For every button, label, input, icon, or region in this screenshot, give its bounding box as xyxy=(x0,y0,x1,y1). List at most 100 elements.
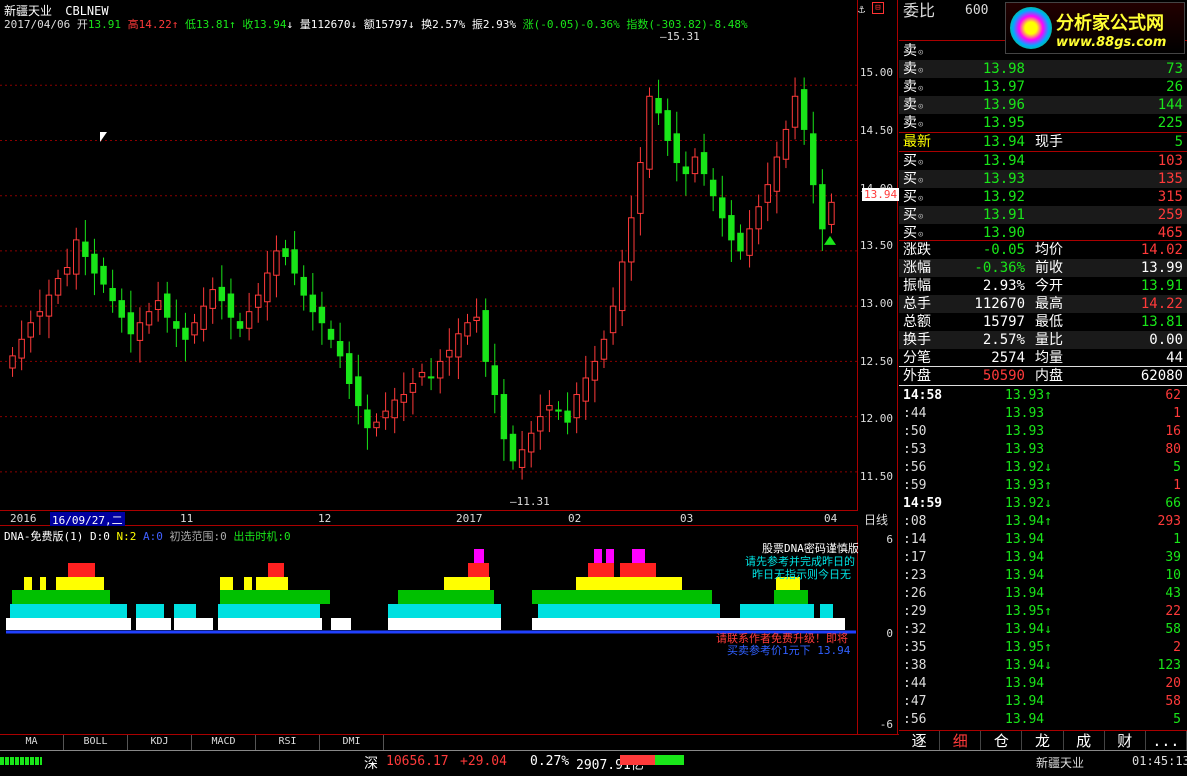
candle xyxy=(455,318,462,380)
candle xyxy=(382,392,389,430)
candle xyxy=(127,290,135,353)
candle xyxy=(273,235,280,298)
anchor-icon[interactable]: ⚓ xyxy=(858,2,865,16)
stat-row: 总额 15797 最低 13.81 xyxy=(899,313,1187,331)
candle xyxy=(509,425,517,470)
candle-body xyxy=(482,310,489,362)
tick-row[interactable]: :14 13.94 1 xyxy=(899,531,1187,549)
candle-body xyxy=(800,89,808,130)
buy4-row[interactable]: 买⊙ 13.91 259 xyxy=(899,206,1187,224)
tab-dragon[interactable]: 龙 xyxy=(1022,731,1064,750)
tick-row[interactable]: :56 13.94 5 xyxy=(899,711,1187,729)
tick-volume: 58 xyxy=(1165,622,1181,637)
breadth-bar xyxy=(620,755,684,765)
tick-time: :50 xyxy=(903,424,927,439)
candle xyxy=(637,147,644,236)
indicator-bar xyxy=(136,618,171,630)
indicator-panel[interactable]: DNA-免费版(1) D:0 N:2 A:0 初选范围:0 出击时机:0 股票D… xyxy=(0,526,858,734)
index-value: 10656.17 xyxy=(386,754,449,769)
status-bar: 深 10656.17 +29.04 0.27% 2907.91亿 新疆天业 01… xyxy=(0,750,1187,776)
ytick: 12.50 xyxy=(859,355,893,368)
candle-body xyxy=(491,365,499,396)
tab-kdj[interactable]: KDJ xyxy=(128,735,192,750)
sell3-row[interactable]: 卖⊙ 13.97 26 xyxy=(899,78,1187,96)
tick-row[interactable]: :29 13.95↑ 22 xyxy=(899,603,1187,621)
candle xyxy=(227,278,235,340)
candle-body xyxy=(9,355,16,369)
tick-time: :47 xyxy=(903,694,927,709)
indicator-bar xyxy=(740,604,814,618)
tab-deal[interactable]: 成 xyxy=(1064,731,1105,750)
tick-row[interactable]: :44 13.94 20 xyxy=(899,675,1187,693)
tick-row[interactable]: :26 13.94 43 xyxy=(899,585,1187,603)
candle-body xyxy=(509,433,517,462)
tick-row[interactable]: :56 13.92↓ 5 xyxy=(899,459,1187,477)
tick-row[interactable]: :23 13.94 10 xyxy=(899,567,1187,585)
candle-body xyxy=(709,179,717,197)
candle-body xyxy=(673,133,680,164)
tab-boll[interactable]: BOLL xyxy=(64,735,128,750)
candle-body xyxy=(409,382,417,393)
candlestick-chart[interactable]: 新疆天业 CBLNEW 2017/04/06 开13.91 高14.22↑ 低1… xyxy=(0,0,858,510)
tick-row[interactable]: 14:59 13.92↓ 66 xyxy=(899,495,1187,513)
candle-body xyxy=(582,377,590,402)
tab-finance[interactable]: 财 xyxy=(1105,731,1146,750)
sell2-row[interactable]: 卖⊙ 13.96 144 xyxy=(899,96,1187,114)
tab-position[interactable]: 仓 xyxy=(981,731,1023,750)
candle xyxy=(400,372,408,422)
candle-body xyxy=(63,267,71,275)
tick-price: 13.94↓ xyxy=(1005,658,1052,673)
candle xyxy=(136,307,144,363)
candle-body xyxy=(728,215,735,241)
open-value: 13.91 xyxy=(87,18,121,31)
cursor-arrow-icon xyxy=(100,132,107,142)
candle xyxy=(582,355,590,420)
tick-row[interactable]: 14:58 13.93↑ 62 xyxy=(899,387,1187,405)
candle xyxy=(700,133,708,186)
logo-url: www.88gs.com xyxy=(1056,35,1167,50)
tick-row[interactable]: :17 13.94 39 xyxy=(899,549,1187,567)
buy3-row[interactable]: 买⊙ 13.92 315 xyxy=(899,188,1187,206)
indicator-range: 初选范围:0 xyxy=(169,530,227,543)
stat-label: 均量 xyxy=(1035,350,1063,366)
tick-price: 13.94 xyxy=(1005,676,1045,691)
tick-row[interactable]: :47 13.94 58 xyxy=(899,693,1187,711)
indicator-bar xyxy=(532,618,845,630)
tab-ma[interactable]: MA xyxy=(0,735,64,750)
candle xyxy=(254,282,262,323)
candle xyxy=(36,289,44,335)
tick-row[interactable]: :44 13.93 1 xyxy=(899,405,1187,423)
date-label: 2017/04/06 xyxy=(4,18,71,31)
tick-row[interactable]: :08 13.94↑ 293 xyxy=(899,513,1187,531)
tab-macd[interactable]: MACD xyxy=(192,735,256,750)
ytick: 14.50 xyxy=(859,124,893,137)
sell1-row[interactable]: 卖⊙ 13.95 225 xyxy=(899,114,1187,132)
candle xyxy=(63,248,71,287)
tab-dmi[interactable]: DMI xyxy=(320,735,384,750)
sell4-row[interactable]: 卖⊙ 13.98 73 xyxy=(899,60,1187,78)
tick-row[interactable]: :50 13.93 16 xyxy=(899,423,1187,441)
candle-svg xyxy=(0,77,858,480)
tab-tick[interactable]: 逐 xyxy=(899,731,941,750)
tick-row[interactable]: :38 13.94↓ 123 xyxy=(899,657,1187,675)
tick-row[interactable]: :35 13.95↑ 2 xyxy=(899,639,1187,657)
buy1-row[interactable]: 买⊙ 13.94 103 xyxy=(899,152,1187,170)
tick-price: 13.94 xyxy=(1005,586,1045,601)
candle-body xyxy=(700,152,708,175)
index-change: +29.04 xyxy=(460,754,507,769)
high-value: 14.22 xyxy=(138,18,172,31)
tick-row[interactable]: :59 13.93↑ 1 xyxy=(899,477,1187,495)
candle-body xyxy=(382,410,389,419)
stat-label: 今开 xyxy=(1035,278,1063,294)
period-label[interactable]: 日线 xyxy=(864,511,888,528)
tab-rsi[interactable]: RSI xyxy=(256,735,320,750)
tick-row[interactable]: :53 13.93 80 xyxy=(899,441,1187,459)
candle xyxy=(291,231,298,286)
candle-body xyxy=(591,360,599,381)
tick-row[interactable]: :32 13.94↓ 58 xyxy=(899,621,1187,639)
tab-more[interactable]: ... xyxy=(1146,731,1187,750)
restore-icon[interactable]: ⊟ xyxy=(872,2,884,14)
buy2-row[interactable]: 买⊙ 13.93 135 xyxy=(899,170,1187,188)
tab-detail[interactable]: 细 xyxy=(940,731,982,750)
stat-value: -0.05 xyxy=(982,242,1025,258)
